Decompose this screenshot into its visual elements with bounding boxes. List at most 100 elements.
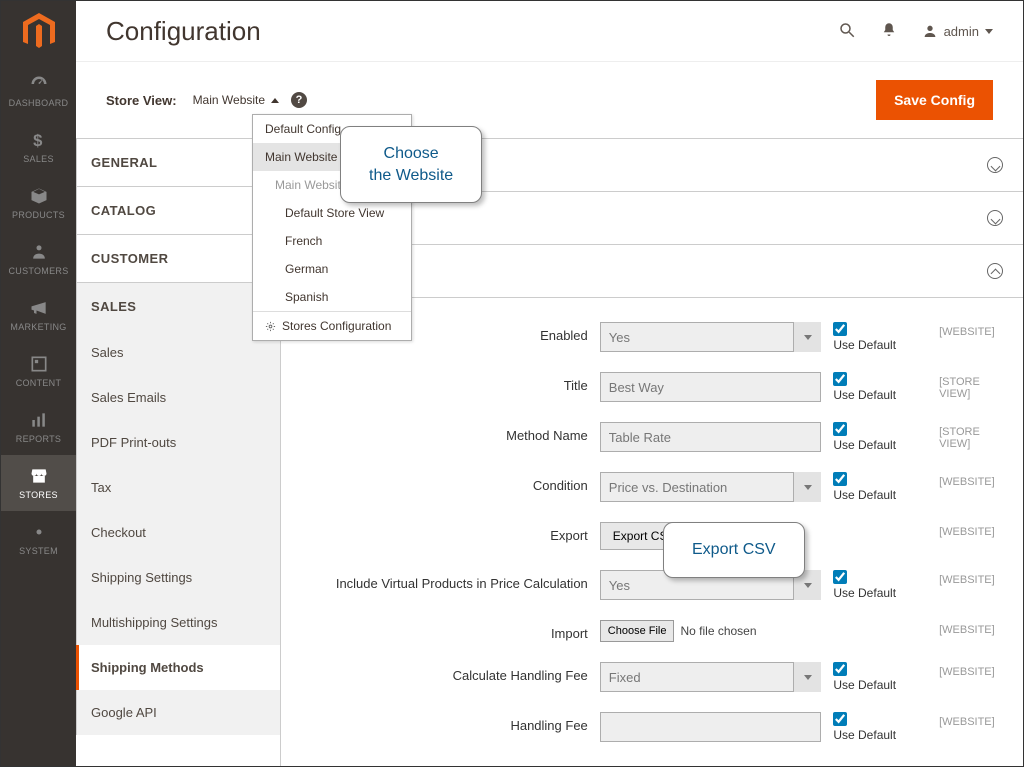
tab-sub-google-api[interactable]: Google API [76, 690, 280, 735]
label-import: Import [281, 620, 588, 641]
tab-sub-sales-emails[interactable]: Sales Emails [76, 375, 280, 420]
nav-label: MARKETING [10, 322, 66, 332]
tab-sub-pdf[interactable]: PDF Print-outs [76, 420, 280, 465]
store-option[interactable]: Spanish [253, 283, 411, 311]
label-title: Title [281, 372, 588, 393]
store-view-current: Main Website [193, 93, 265, 107]
nav-label: SALES [23, 154, 54, 164]
tab-label: CUSTOMER [91, 251, 168, 266]
gear-icon [265, 321, 276, 332]
page-title: Configuration [106, 16, 261, 47]
tab-sub-shipping-methods[interactable]: Shipping Methods [76, 645, 280, 690]
use-default-checkbox[interactable] [833, 472, 847, 486]
row-virtual: Include Virtual Products in Price Calcul… [281, 560, 1023, 610]
store-option[interactable]: Default Store View [253, 199, 411, 227]
use-default-checkbox[interactable] [833, 570, 847, 584]
select-calc-fee[interactable] [600, 662, 822, 692]
svg-text:$: $ [33, 131, 43, 150]
stores-configuration-link[interactable]: Stores Configuration [253, 311, 411, 340]
tab-group-catalog[interactable]: CATALOG [76, 186, 280, 235]
nav-customers[interactable]: CUSTOMERS [1, 231, 76, 287]
caret-up-icon [271, 98, 279, 103]
nav-label: CUSTOMERS [8, 266, 68, 276]
row-handling: Handling Fee Use Default [WEBSITE] [281, 702, 1023, 752]
scope-label: [WEBSITE] [939, 712, 1003, 728]
caret-down-icon [793, 472, 821, 502]
caret-down-icon [985, 29, 993, 34]
tab-sub-multishipping[interactable]: Multishipping Settings [76, 600, 280, 645]
row-import: Import Choose File No file chosen [WEBSI… [281, 610, 1023, 652]
nav-dashboard[interactable]: DASHBOARD [1, 63, 76, 119]
save-config-button[interactable]: Save Config [876, 80, 993, 120]
search-icon[interactable] [838, 21, 856, 42]
use-default-label: Use Default [833, 438, 927, 452]
scope-label: [WEBSITE] [939, 472, 1003, 488]
tab-group-sales[interactable]: SALES [76, 282, 280, 331]
use-default-label: Use Default [833, 728, 927, 742]
nav-reports[interactable]: REPORTS [1, 399, 76, 455]
use-default-checkbox[interactable] [833, 322, 847, 336]
label-condition: Condition [281, 472, 588, 493]
help-icon[interactable]: ? [291, 92, 307, 108]
use-default-checkbox[interactable] [833, 422, 847, 436]
use-default-checkbox[interactable] [833, 662, 847, 676]
store-view-switcher[interactable]: Main Website [193, 93, 279, 107]
nav-content[interactable]: CONTENT [1, 343, 76, 399]
use-default-checkbox[interactable] [833, 372, 847, 386]
select-condition[interactable] [600, 472, 822, 502]
admin-user-menu[interactable]: admin [922, 23, 993, 39]
user-icon [922, 23, 938, 39]
tab-sub-checkout[interactable]: Checkout [76, 510, 280, 555]
nav-system[interactable]: SYSTEM [1, 511, 76, 567]
nav-products[interactable]: PRODUCTS [1, 175, 76, 231]
input-handling[interactable] [600, 712, 822, 742]
scope-label: [WEBSITE] [939, 322, 1003, 338]
notifications-icon[interactable] [880, 21, 898, 42]
nav-marketing[interactable]: MARKETING [1, 287, 76, 343]
store-option[interactable]: German [253, 255, 411, 283]
store-view-label: Store View: [106, 93, 177, 108]
row-title: Title Use Default [STORE VIEW] [281, 362, 1023, 412]
collapse-icon [987, 210, 1003, 226]
scope-label: [STORE VIEW] [939, 422, 1003, 450]
label-handling: Handling Fee [281, 712, 588, 733]
tab-sub-tax[interactable]: Tax [76, 465, 280, 510]
callout-line: the Website [369, 167, 453, 184]
input-title[interactable] [600, 372, 822, 402]
caret-down-icon [793, 322, 821, 352]
tab-sub-shipping-settings[interactable]: Shipping Settings [76, 555, 280, 600]
row-condition: Condition Use Default [WEBSITE] [281, 462, 1023, 512]
tab-sub-sales[interactable]: Sales [76, 330, 280, 375]
nav-stores[interactable]: STORES [1, 455, 76, 511]
page-header: Configuration admin [76, 1, 1023, 61]
tab-label: GENERAL [91, 155, 157, 170]
nav-label: CONTENT [16, 378, 62, 388]
caret-down-icon [793, 662, 821, 692]
label-virtual: Include Virtual Products in Price Calcul… [281, 570, 588, 591]
use-default-label: Use Default [833, 678, 927, 692]
nav-label: STORES [19, 490, 58, 500]
scope-label: [WEBSITE] [939, 522, 1003, 538]
config-tabs: GENERAL CATALOG CUSTOMER SALES Sales Sal… [76, 138, 280, 766]
scope-label: [STORE VIEW] [939, 372, 1003, 400]
admin-username: admin [944, 24, 979, 39]
expand-icon [987, 263, 1003, 279]
tab-group-customer[interactable]: CUSTOMER [76, 234, 280, 283]
nav-sales[interactable]: $ SALES [1, 119, 76, 175]
scope-label: [WEBSITE] [939, 620, 1003, 636]
store-option[interactable]: French [253, 227, 411, 255]
scope-label: [WEBSITE] [939, 570, 1003, 586]
callout-choose-website: Choose the Website [340, 126, 482, 203]
scope-label: [WEBSITE] [939, 662, 1003, 678]
input-method[interactable] [600, 422, 822, 452]
callout-line: Choose [384, 145, 439, 162]
tab-label: SALES [91, 299, 136, 314]
config-body: GENERAL CATALOG CUSTOMER SALES Sales Sal… [76, 138, 1023, 766]
tab-group-general[interactable]: GENERAL [76, 138, 280, 187]
tab-label: CATALOG [91, 203, 156, 218]
select-enabled[interactable] [600, 322, 822, 352]
main-area: Configuration admin Store View: Main Web… [76, 1, 1023, 766]
magento-logo[interactable] [1, 1, 76, 63]
choose-file-button[interactable]: Choose File [600, 620, 675, 642]
use-default-checkbox[interactable] [833, 712, 847, 726]
